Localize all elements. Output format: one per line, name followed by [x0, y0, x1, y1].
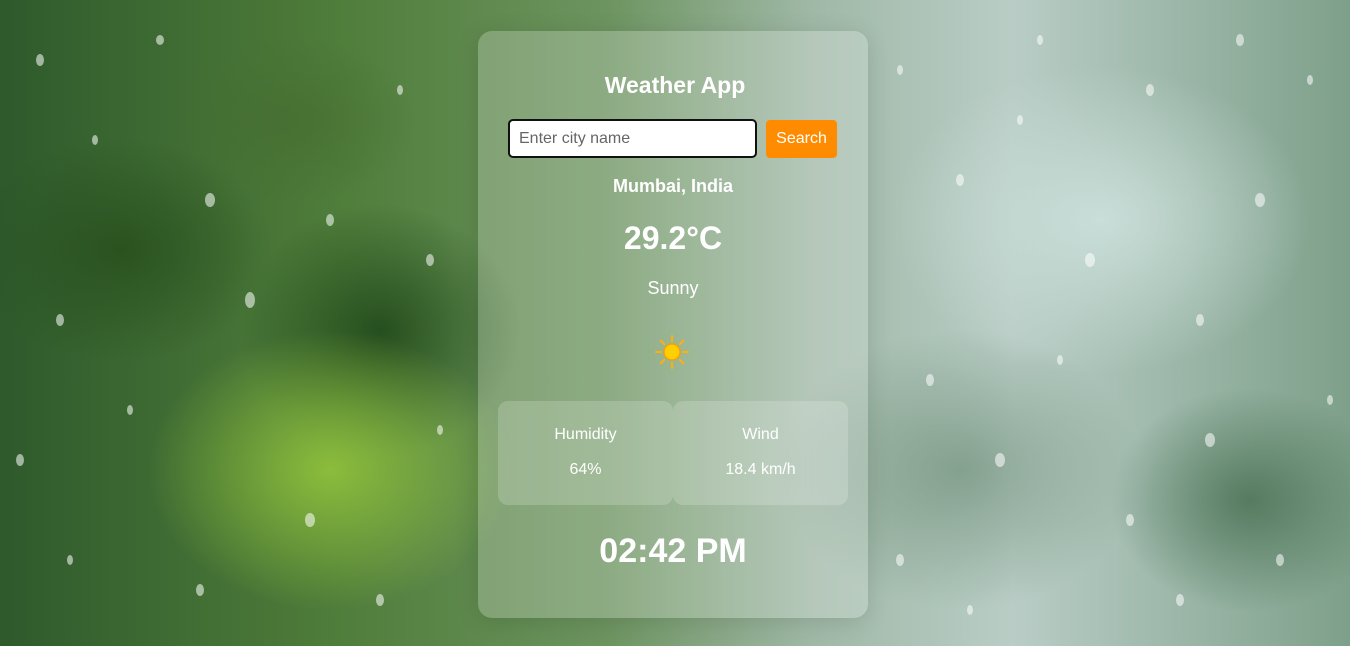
humidity-label: Humidity	[554, 426, 617, 443]
humidity-value: 64%	[569, 461, 602, 478]
search-button[interactable]: Search	[766, 120, 837, 158]
current-time: 02:42 PM	[599, 532, 747, 570]
app-title: Weather App	[604, 72, 746, 98]
wind-panel: Wind 18.4 km/h	[673, 401, 848, 505]
wind-label: Wind	[742, 426, 779, 443]
wind-value: 18.4 km/h	[725, 461, 796, 478]
city-search-input[interactable]	[508, 119, 757, 158]
temperature-value: 29.2°C	[623, 220, 723, 256]
sun-icon	[655, 335, 689, 369]
weather-condition: Sunny	[647, 278, 699, 298]
location-label: Mumbai, India	[612, 176, 733, 196]
humidity-panel: Humidity 64%	[498, 401, 673, 505]
